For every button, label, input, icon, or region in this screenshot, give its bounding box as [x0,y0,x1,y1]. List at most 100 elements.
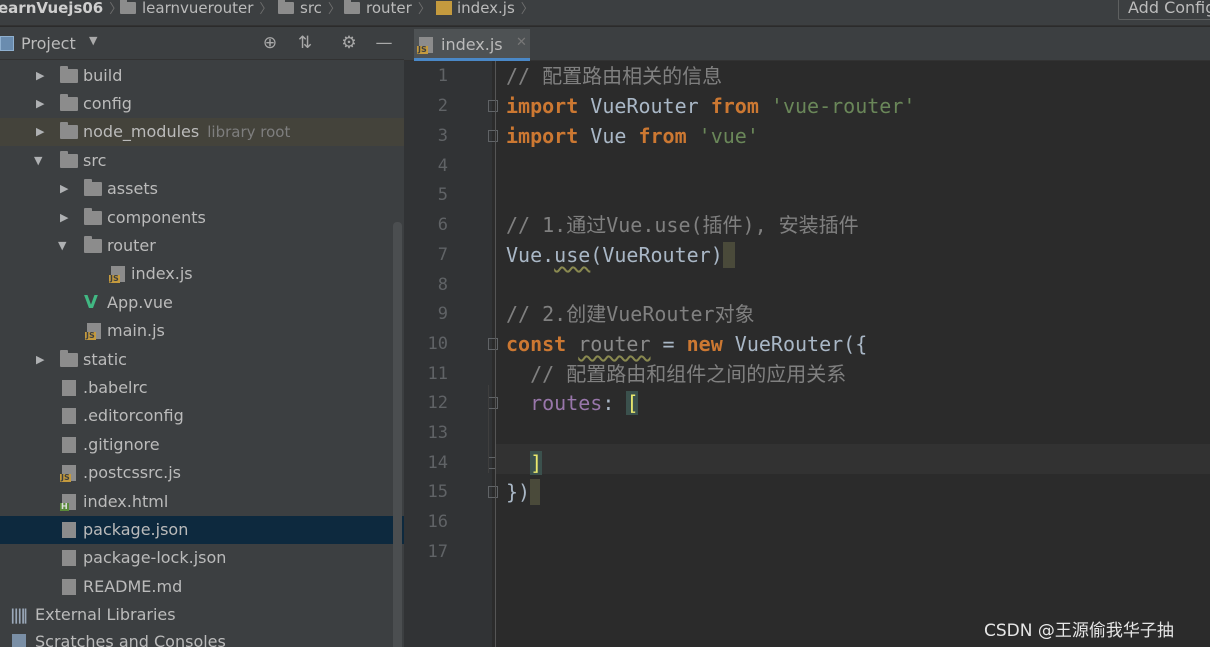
expand-arrow-icon[interactable]: ▶ [60,204,72,232]
close-icon[interactable]: ✕ [516,35,527,50]
tree-item-readme-md[interactable]: README.md [0,573,404,601]
editor-tab-bar: index.js ✕ [404,27,1210,61]
fold-marker-icon[interactable] [488,486,498,498]
code-line-9: // 2.创建VueRouter对象 [506,302,755,326]
line-number: 3 [437,126,448,146]
line-number: 6 [437,215,448,235]
folder-icon [60,151,78,168]
tree-item-src[interactable]: ▼ src [0,147,404,175]
project-tree-scrollbar[interactable] [393,222,402,647]
vue-file-icon: V [84,292,98,313]
fold-marker-icon[interactable] [488,397,498,409]
tree-item-editorconfig[interactable]: .editorconfig [0,402,404,430]
tree-item-app-vue[interactable]: V App.vue [0,289,404,317]
code-token: use [554,243,591,267]
code-line-7: Vue.use(VueRouter) [506,240,735,270]
tree-item-config[interactable]: ▶ config [0,90,404,118]
line-number: 13 [427,423,448,443]
tree-item-label: assets [107,179,158,198]
tree-item-label: .gitignore [83,435,160,454]
code-line-12: routes: [ [506,388,639,418]
project-view-icon [0,36,14,51]
tree-item-label: External Libraries [35,605,176,624]
code-token: Vue [578,124,639,148]
code-token: routes [530,391,603,415]
code-line-1: // 配置路由相关的信息 [506,64,723,88]
tree-item-label: README.md [83,577,183,596]
tab-index-js[interactable]: index.js ✕ [414,29,530,61]
tree-item-router[interactable]: ▼ router [0,232,404,260]
tree-item-node-modules[interactable]: ▶ node_modules library root [0,118,404,146]
expand-arrow-icon[interactable]: ▶ [36,118,48,146]
project-view-selector[interactable]: Project [21,34,76,53]
tree-item-package-json[interactable]: package.json [0,516,404,544]
locate-file-icon[interactable]: ⊕ [259,32,281,54]
breadcrumb-src[interactable]: src 〉 [278,0,341,20]
tree-item-scratches[interactable]: Scratches and Consoles [0,628,404,647]
tree-item-build[interactable]: ▶ build [0,62,404,90]
line-number: 17 [427,542,448,562]
breadcrumb-router[interactable]: router 〉 [344,0,431,20]
line-number: 5 [437,185,448,205]
tree-item-components[interactable]: ▶ components [0,204,404,232]
folder-icon [60,66,78,83]
code-token: from [710,94,759,118]
line-number: 12 [427,393,448,413]
html-file-icon [60,494,76,511]
hide-panel-icon[interactable]: — [373,32,395,54]
code-area[interactable]: // 配置路由相关的信息 import VueRouter from 'vue-… [504,61,1210,647]
tree-item-gitignore[interactable]: .gitignore [0,431,404,459]
tree-item-label: .babelrc [83,378,148,397]
tree-item-babelrc[interactable]: .babelrc [0,374,404,402]
code-token: = [650,332,687,356]
tree-item-postcssrc-js[interactable]: .postcssrc.js [0,459,404,487]
tree-item-index-js[interactable]: index.js [0,260,404,288]
expand-arrow-icon[interactable]: ▶ [36,346,48,374]
tree-item-label: .editorconfig [83,406,184,425]
code-token: from [638,124,687,148]
tree-item-label: node_modules [83,122,200,141]
tree-item-label: build [83,66,123,85]
code-token: VueRouter [578,94,711,118]
markdown-file-icon [62,579,76,595]
add-configuration-button[interactable]: Add Config [1118,0,1210,20]
tree-item-label: index.html [83,492,169,511]
collapse-arrow-icon[interactable]: ▼ [34,147,46,175]
collapse-arrow-icon[interactable]: ▼ [58,232,70,260]
breadcrumb-index-js-label: index.js [457,0,515,17]
breadcrumb-router-label: router [366,0,412,17]
collapse-all-icon[interactable]: ⇅ [294,32,316,54]
breadcrumb-project[interactable]: earnVuejs06 〉 [0,0,122,20]
tree-item-index-html[interactable]: index.html [0,488,404,516]
fold-marker-icon[interactable] [488,338,498,350]
tree-item-main-js[interactable]: main.js [0,317,404,345]
code-token: import [506,124,579,148]
code-token: ] [530,451,543,475]
code-line-15: }) [506,477,541,507]
gear-icon[interactable]: ⚙ [338,32,360,54]
project-panel-header: Project ▼ ⊕ ⇅ ⚙ — [0,27,404,60]
folder-icon [60,94,78,111]
tree-item-label: main.js [107,321,165,340]
breadcrumb-index-js[interactable]: index.js 〉 [436,0,534,20]
scratch-icon [12,634,26,647]
folder-icon [84,208,102,225]
breadcrumb-project-label: earnVuejs06 [0,0,104,17]
fold-marker-icon[interactable] [488,100,498,112]
tree-item-external-libraries[interactable]: |||‖ External Libraries [0,601,404,629]
folder-icon [344,0,360,14]
expand-arrow-icon[interactable]: ▶ [60,175,72,203]
tree-item-package-lock-json[interactable]: package-lock.json [0,544,404,572]
tree-item-assets[interactable]: ▶ assets [0,175,404,203]
chevron-down-icon[interactable]: ▼ [89,34,97,47]
code-line-11: // 配置路由和组件之间的应用关系 [506,362,847,386]
folder-icon [60,122,78,139]
expand-arrow-icon[interactable]: ▶ [36,62,48,90]
expand-arrow-icon[interactable]: ▶ [36,90,48,118]
fold-marker-icon[interactable] [488,130,498,142]
line-number: 14 [427,453,448,473]
breadcrumb-learnvuerouter[interactable]: learnvuerouter 〉 [120,0,272,20]
tree-item-static[interactable]: ▶ static [0,346,404,374]
